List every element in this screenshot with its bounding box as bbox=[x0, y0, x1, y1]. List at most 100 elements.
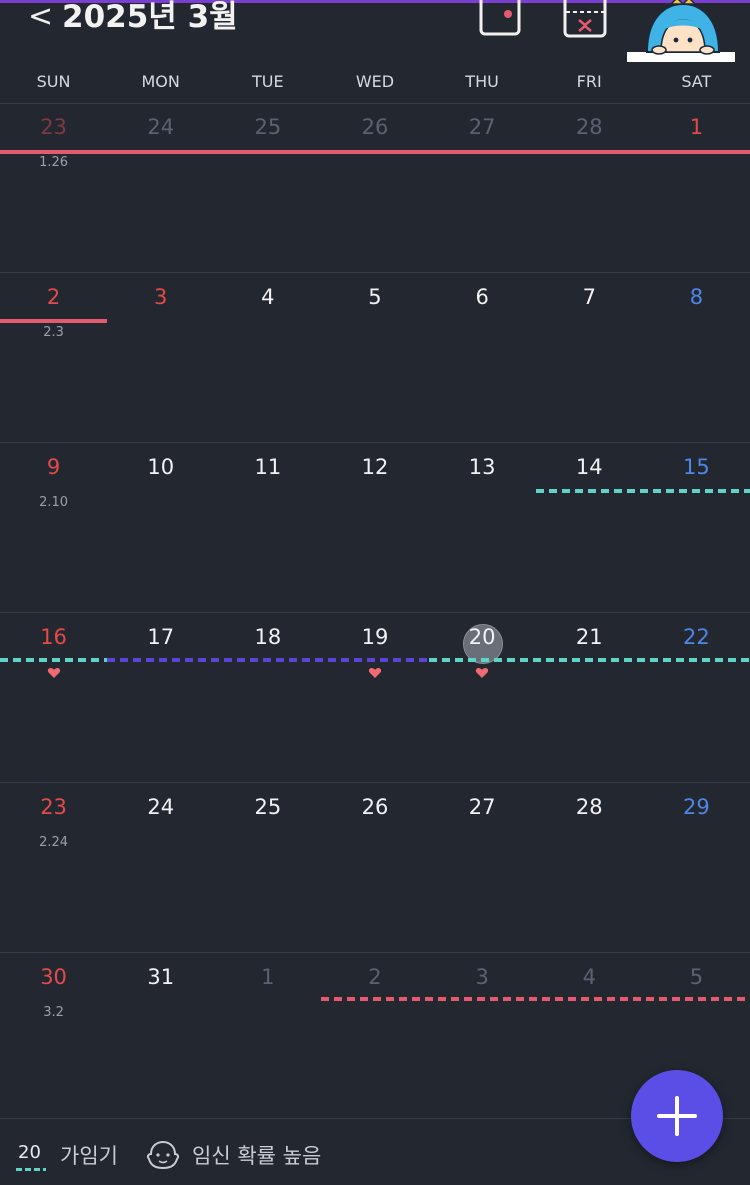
calendar-day-cell[interactable]: 18 bbox=[214, 613, 321, 782]
day-number: 3 bbox=[154, 285, 168, 309]
calendar-day-cell[interactable]: 7 bbox=[536, 273, 643, 442]
calendar-day-cell[interactable]: 28 bbox=[536, 103, 643, 272]
legend-fertile-label: 가임기 bbox=[60, 1144, 118, 1168]
calendar-day-cell[interactable]: 10 bbox=[107, 443, 214, 612]
calendar-day-cell[interactable]: 17 bbox=[107, 613, 214, 782]
calendar-day-cell[interactable]: 8 bbox=[643, 273, 750, 442]
calendar-day-cell[interactable]: 3 bbox=[107, 273, 214, 442]
calendar-day-cell[interactable]: 2 2.3 bbox=[0, 273, 107, 442]
weekday-label: THU bbox=[465, 72, 499, 91]
day-number: 25 bbox=[254, 115, 282, 139]
add-button[interactable] bbox=[631, 1070, 723, 1162]
calendar-day-cell[interactable]: 24 bbox=[107, 103, 214, 272]
day-number: 26 bbox=[361, 795, 389, 819]
calendar-day-cell[interactable]: 14 bbox=[536, 443, 643, 612]
day-number: 29 bbox=[683, 795, 710, 819]
day-number: 28 bbox=[575, 795, 603, 819]
calendar-day-cell[interactable]: 6 bbox=[429, 273, 536, 442]
day-number: 16 bbox=[40, 625, 67, 649]
calendar-day-cell[interactable]: 26 bbox=[321, 103, 428, 272]
mascot-avatar[interactable] bbox=[627, 0, 735, 62]
day-number: 13 bbox=[468, 455, 496, 479]
calendar-day-cell[interactable]: 28 bbox=[536, 783, 643, 952]
weekday-label: FRI bbox=[576, 72, 602, 91]
predicted-period-bar bbox=[321, 997, 750, 1001]
calendar-week: 16 17 18 19 20 21 22 bbox=[0, 613, 750, 782]
weekday-label: SAT bbox=[681, 72, 712, 91]
calendar-week: 2 2.3 3 4 5 6 7 8 bbox=[0, 273, 750, 442]
calendar-week: 23 1.26 24 25 26 27 28 1 bbox=[0, 103, 750, 272]
day-number: 14 bbox=[575, 455, 603, 479]
heart-icon bbox=[47, 667, 60, 678]
back-button[interactable]: < bbox=[28, 2, 53, 32]
calendar-day-cell[interactable]: 5 bbox=[321, 273, 428, 442]
heart-icon bbox=[368, 667, 382, 678]
calendar-day-cell[interactable]: 4 bbox=[536, 953, 643, 1122]
lunar-date: 1.26 bbox=[39, 155, 69, 170]
day-number: 17 bbox=[147, 625, 175, 649]
day-number: 1 bbox=[689, 115, 704, 139]
fertile-bar bbox=[536, 489, 750, 493]
calendar-day-cell[interactable]: 1 bbox=[643, 103, 750, 272]
month-title[interactable]: 2025년 3월 bbox=[62, 0, 238, 34]
legend-number: 20 bbox=[18, 1142, 41, 1163]
calendar-icon[interactable] bbox=[478, 0, 522, 40]
calendar-day-cell[interactable]: 25 bbox=[214, 103, 321, 272]
calendar-day-cell[interactable]: 9 2.10 bbox=[0, 443, 107, 612]
calendar-day-cell[interactable]: 27 bbox=[429, 783, 536, 952]
weekday-header: SUN MON TUE WED THU FRI SAT bbox=[0, 64, 750, 102]
today-calendar-icon[interactable] bbox=[562, 0, 608, 44]
calendar-day-cell[interactable]: 4 bbox=[214, 273, 321, 442]
weekday-label: MON bbox=[141, 72, 180, 91]
heart-icon bbox=[476, 667, 489, 678]
calendar-day-cell[interactable]: 25 bbox=[214, 783, 321, 952]
calendar-day-cell[interactable]: 11 bbox=[214, 443, 321, 612]
calendar-week: 23 2.24 24 25 26 27 28 29 bbox=[0, 783, 750, 952]
day-number: 10 bbox=[147, 455, 175, 479]
calendar-day-cell[interactable]: 22 bbox=[643, 613, 750, 782]
lunar-date: 2.3 bbox=[43, 325, 64, 340]
plus-icon bbox=[657, 1096, 697, 1136]
calendar-day-cell[interactable]: 13 bbox=[429, 443, 536, 612]
day-number: 20 bbox=[468, 625, 496, 649]
day-number: 28 bbox=[575, 115, 603, 139]
calendar-day-cell[interactable]: 19 bbox=[321, 613, 428, 782]
calendar-day-cell[interactable]: 1 bbox=[214, 953, 321, 1122]
period-bar bbox=[0, 150, 750, 154]
day-number: 30 bbox=[40, 965, 67, 989]
fertile-bar bbox=[429, 658, 750, 662]
calendar-day-cell[interactable]: 20 bbox=[429, 613, 536, 782]
calendar-day-cell[interactable]: 24 bbox=[107, 783, 214, 952]
day-number: 11 bbox=[254, 455, 282, 479]
day-number: 24 bbox=[147, 795, 175, 819]
calendar-day-cell[interactable]: 16 bbox=[0, 613, 107, 782]
calendar-day-cell[interactable]: 23 1.26 bbox=[0, 103, 107, 272]
calendar-day-cell[interactable]: 29 bbox=[643, 783, 750, 952]
weekday-label: SUN bbox=[36, 72, 71, 91]
day-number: 4 bbox=[582, 965, 596, 989]
calendar-day-cell[interactable]: 26 bbox=[321, 783, 428, 952]
calendar-day-cell[interactable]: 23 2.24 bbox=[0, 783, 107, 952]
calendar-day-cell[interactable]: 30 3.2 bbox=[0, 953, 107, 1122]
day-number: 23 bbox=[40, 795, 67, 819]
day-number: 23 bbox=[40, 115, 67, 139]
day-number: 2 bbox=[368, 965, 382, 989]
header: < 2025년 3월 bbox=[0, 0, 750, 62]
baby-face-icon bbox=[146, 1140, 180, 1174]
day-number: 25 bbox=[254, 795, 282, 819]
calendar-grid: 23 1.26 24 25 26 27 28 1 2 2.3 3 4 5 6 7 8 9 2.10 10 11 12 13… bbox=[0, 103, 750, 1122]
calendar-day-cell[interactable]: 21 bbox=[536, 613, 643, 782]
calendar-day-cell[interactable]: 31 bbox=[107, 953, 214, 1122]
day-number: 27 bbox=[468, 795, 496, 819]
calendar-day-cell[interactable]: 3 bbox=[429, 953, 536, 1122]
calendar-day-cell[interactable]: 2 bbox=[321, 953, 428, 1122]
day-number: 27 bbox=[468, 115, 496, 139]
calendar-day-cell[interactable]: 12 bbox=[321, 443, 428, 612]
period-bar bbox=[0, 319, 107, 323]
day-number: 5 bbox=[689, 965, 704, 989]
day-number: 4 bbox=[261, 285, 275, 309]
calendar-day-cell[interactable]: 27 bbox=[429, 103, 536, 272]
calendar-day-cell[interactable]: 15 bbox=[643, 443, 750, 612]
day-number: 6 bbox=[475, 285, 489, 309]
lunar-date: 3.2 bbox=[43, 1005, 64, 1020]
